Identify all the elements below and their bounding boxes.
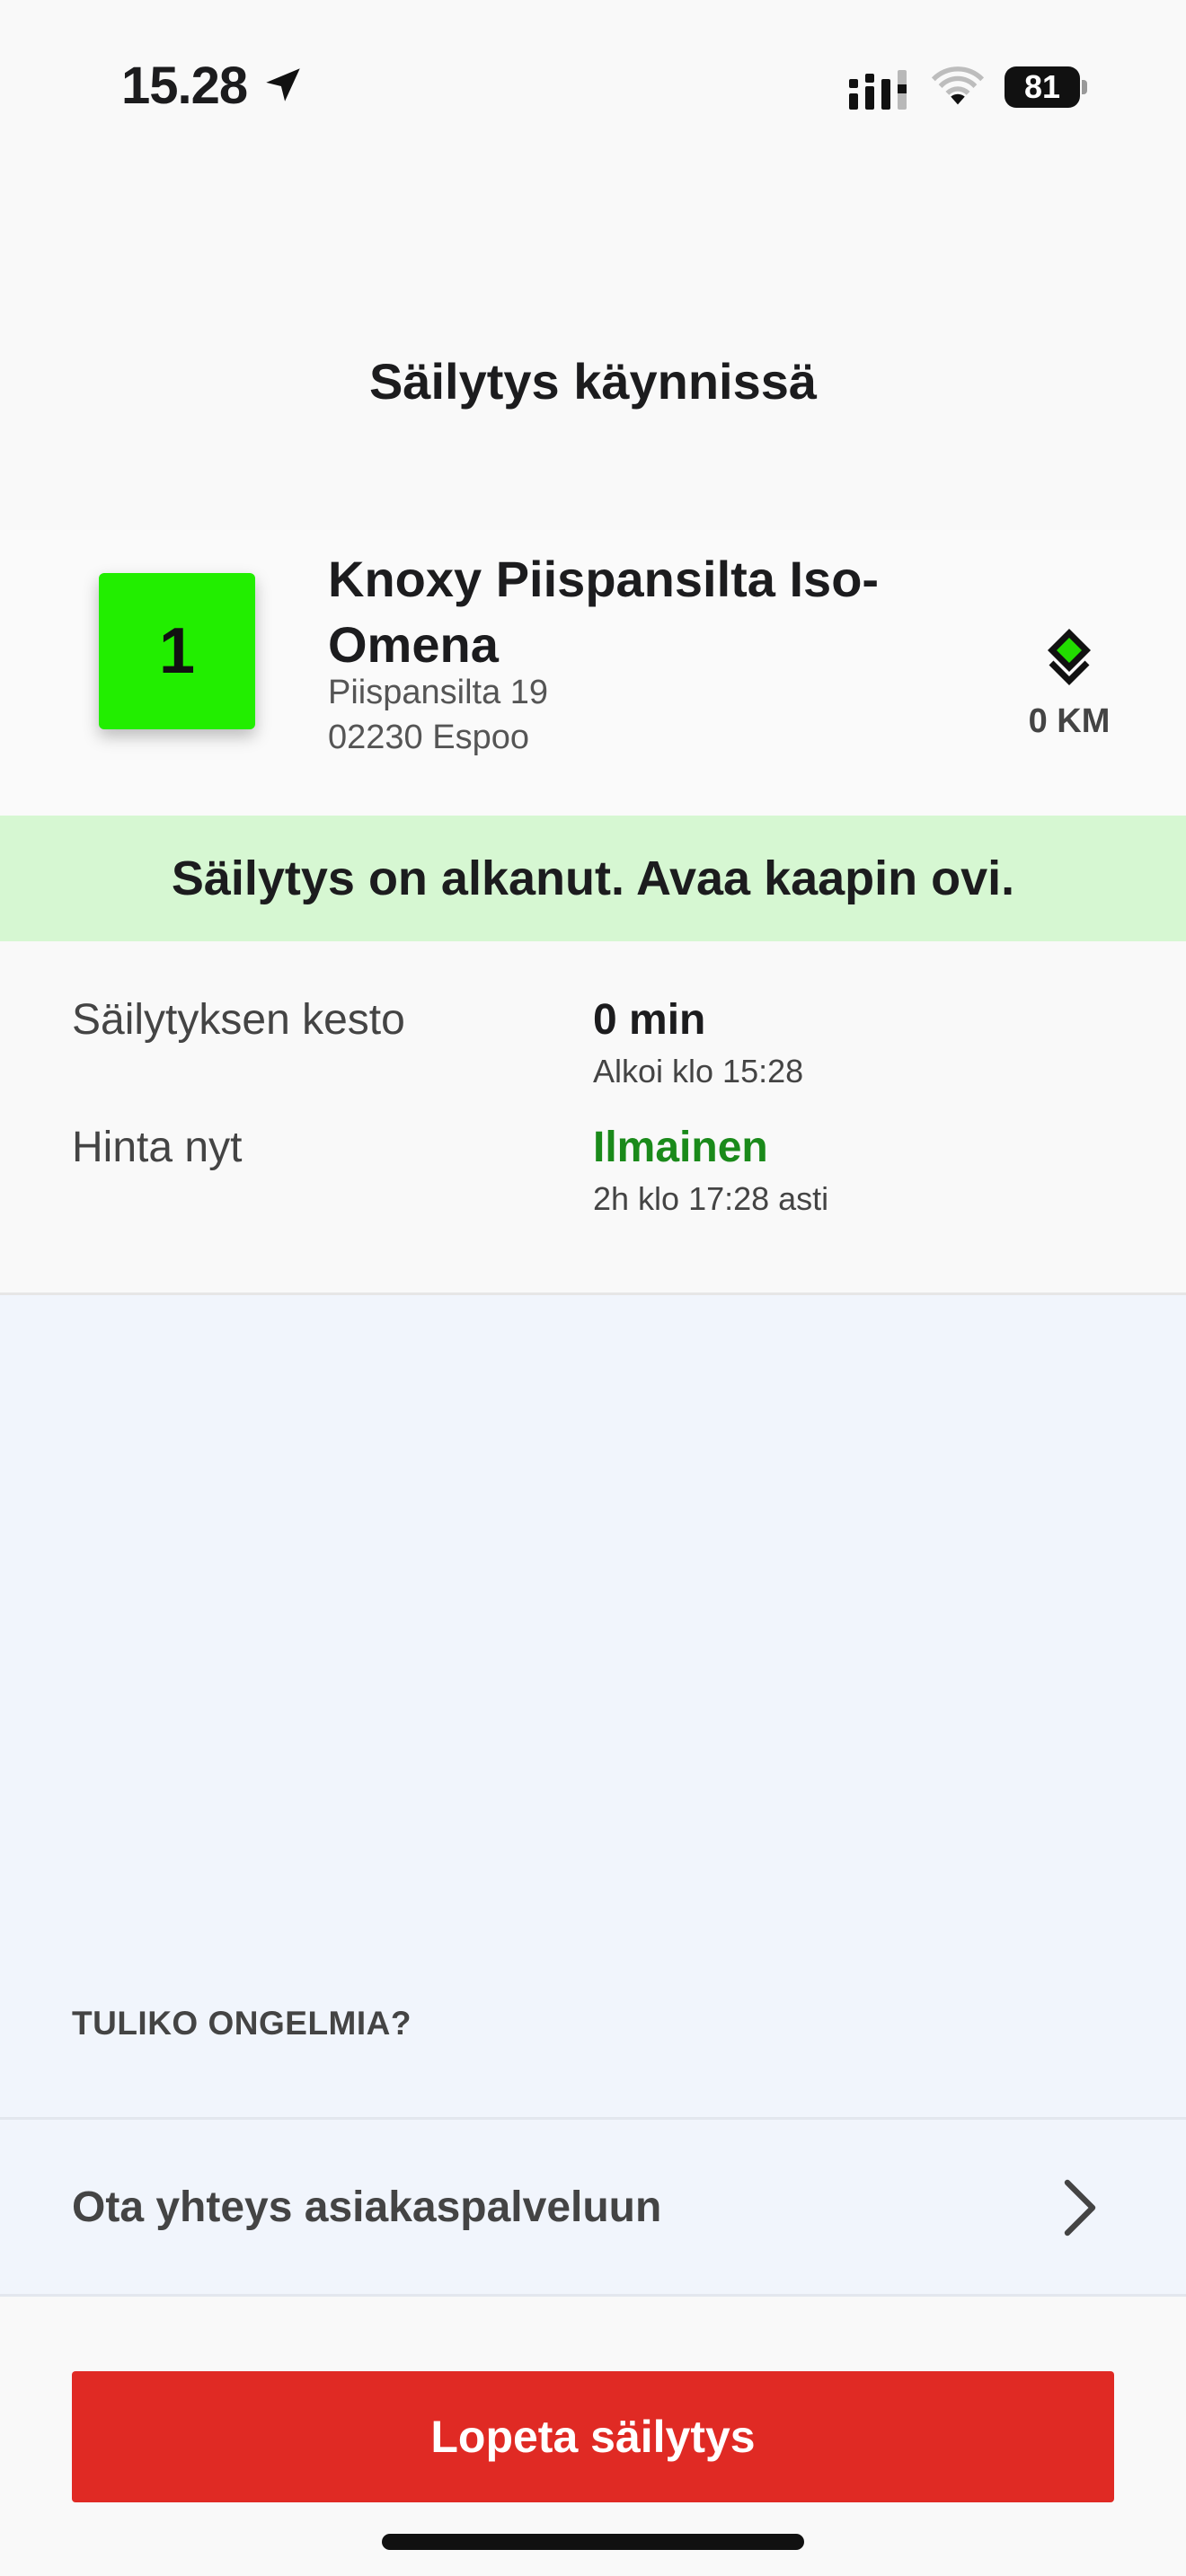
distance-label: 0 KM xyxy=(1028,702,1111,740)
battery-icon: 81 xyxy=(1005,66,1087,108)
battery-cap xyxy=(1082,80,1087,94)
duration-value: 0 min xyxy=(593,996,706,1044)
location-name: Knoxy Piispansilta Iso-Omena xyxy=(328,551,880,673)
price-free-until: 2h klo 17:28 asti xyxy=(593,1180,829,1217)
contact-support-row[interactable]: Ota yhteys asiakaspalveluun xyxy=(0,2117,1186,2297)
duration-start-time: Alkoi klo 15:28 xyxy=(593,1053,804,1090)
price-value: Ilmainen xyxy=(593,1124,768,1171)
location-street: Piispansilta 19 xyxy=(328,674,549,711)
duration-label: Säilytyksen kesto xyxy=(72,996,405,1044)
storage-details: Säilytyksen kesto 0 min Alkoi klo 15:28 … xyxy=(0,941,1186,1295)
problems-heading: TULIKO ONGELMIA? xyxy=(72,2005,412,2042)
page-title: Säilytys käynnissä xyxy=(368,353,818,410)
chevron-right-icon xyxy=(1064,2179,1096,2236)
status-bar: 15.28 81 xyxy=(0,0,1186,180)
location-city: 02230 Espoo xyxy=(328,719,529,756)
locker-number: 1 xyxy=(158,615,196,687)
contact-support-label: Ota yhteys asiakaspalveluun xyxy=(72,2183,662,2231)
battery-level: 81 xyxy=(1023,68,1061,105)
location-arrow-icon xyxy=(266,68,300,101)
price-label: Hinta nyt xyxy=(72,1124,243,1171)
notice-text: Säilytys on alkanut. Avaa kaapin ovi. xyxy=(171,851,1015,905)
content-background xyxy=(0,1295,1186,2117)
location-card[interactable]: 1 Knoxy Piispansilta Iso-Omena Piispansi… xyxy=(0,530,1186,816)
directions-diamond-icon[interactable] xyxy=(1044,627,1094,688)
app-screen: 15.28 81 Säilytys käynnissä 1 Knoxy Piis… xyxy=(0,0,1186,2576)
home-indicator[interactable] xyxy=(382,2534,804,2550)
status-time: 15.28 xyxy=(121,57,248,115)
locker-number-tile: 1 xyxy=(99,573,255,729)
end-storage-label: Lopeta säilytys xyxy=(430,2412,756,2462)
notice-banner: Säilytys on alkanut. Avaa kaapin ovi. xyxy=(0,816,1186,941)
cellular-signal-icon xyxy=(849,70,907,110)
end-storage-button[interactable]: Lopeta säilytys xyxy=(72,2371,1114,2502)
wifi-icon xyxy=(931,66,985,105)
